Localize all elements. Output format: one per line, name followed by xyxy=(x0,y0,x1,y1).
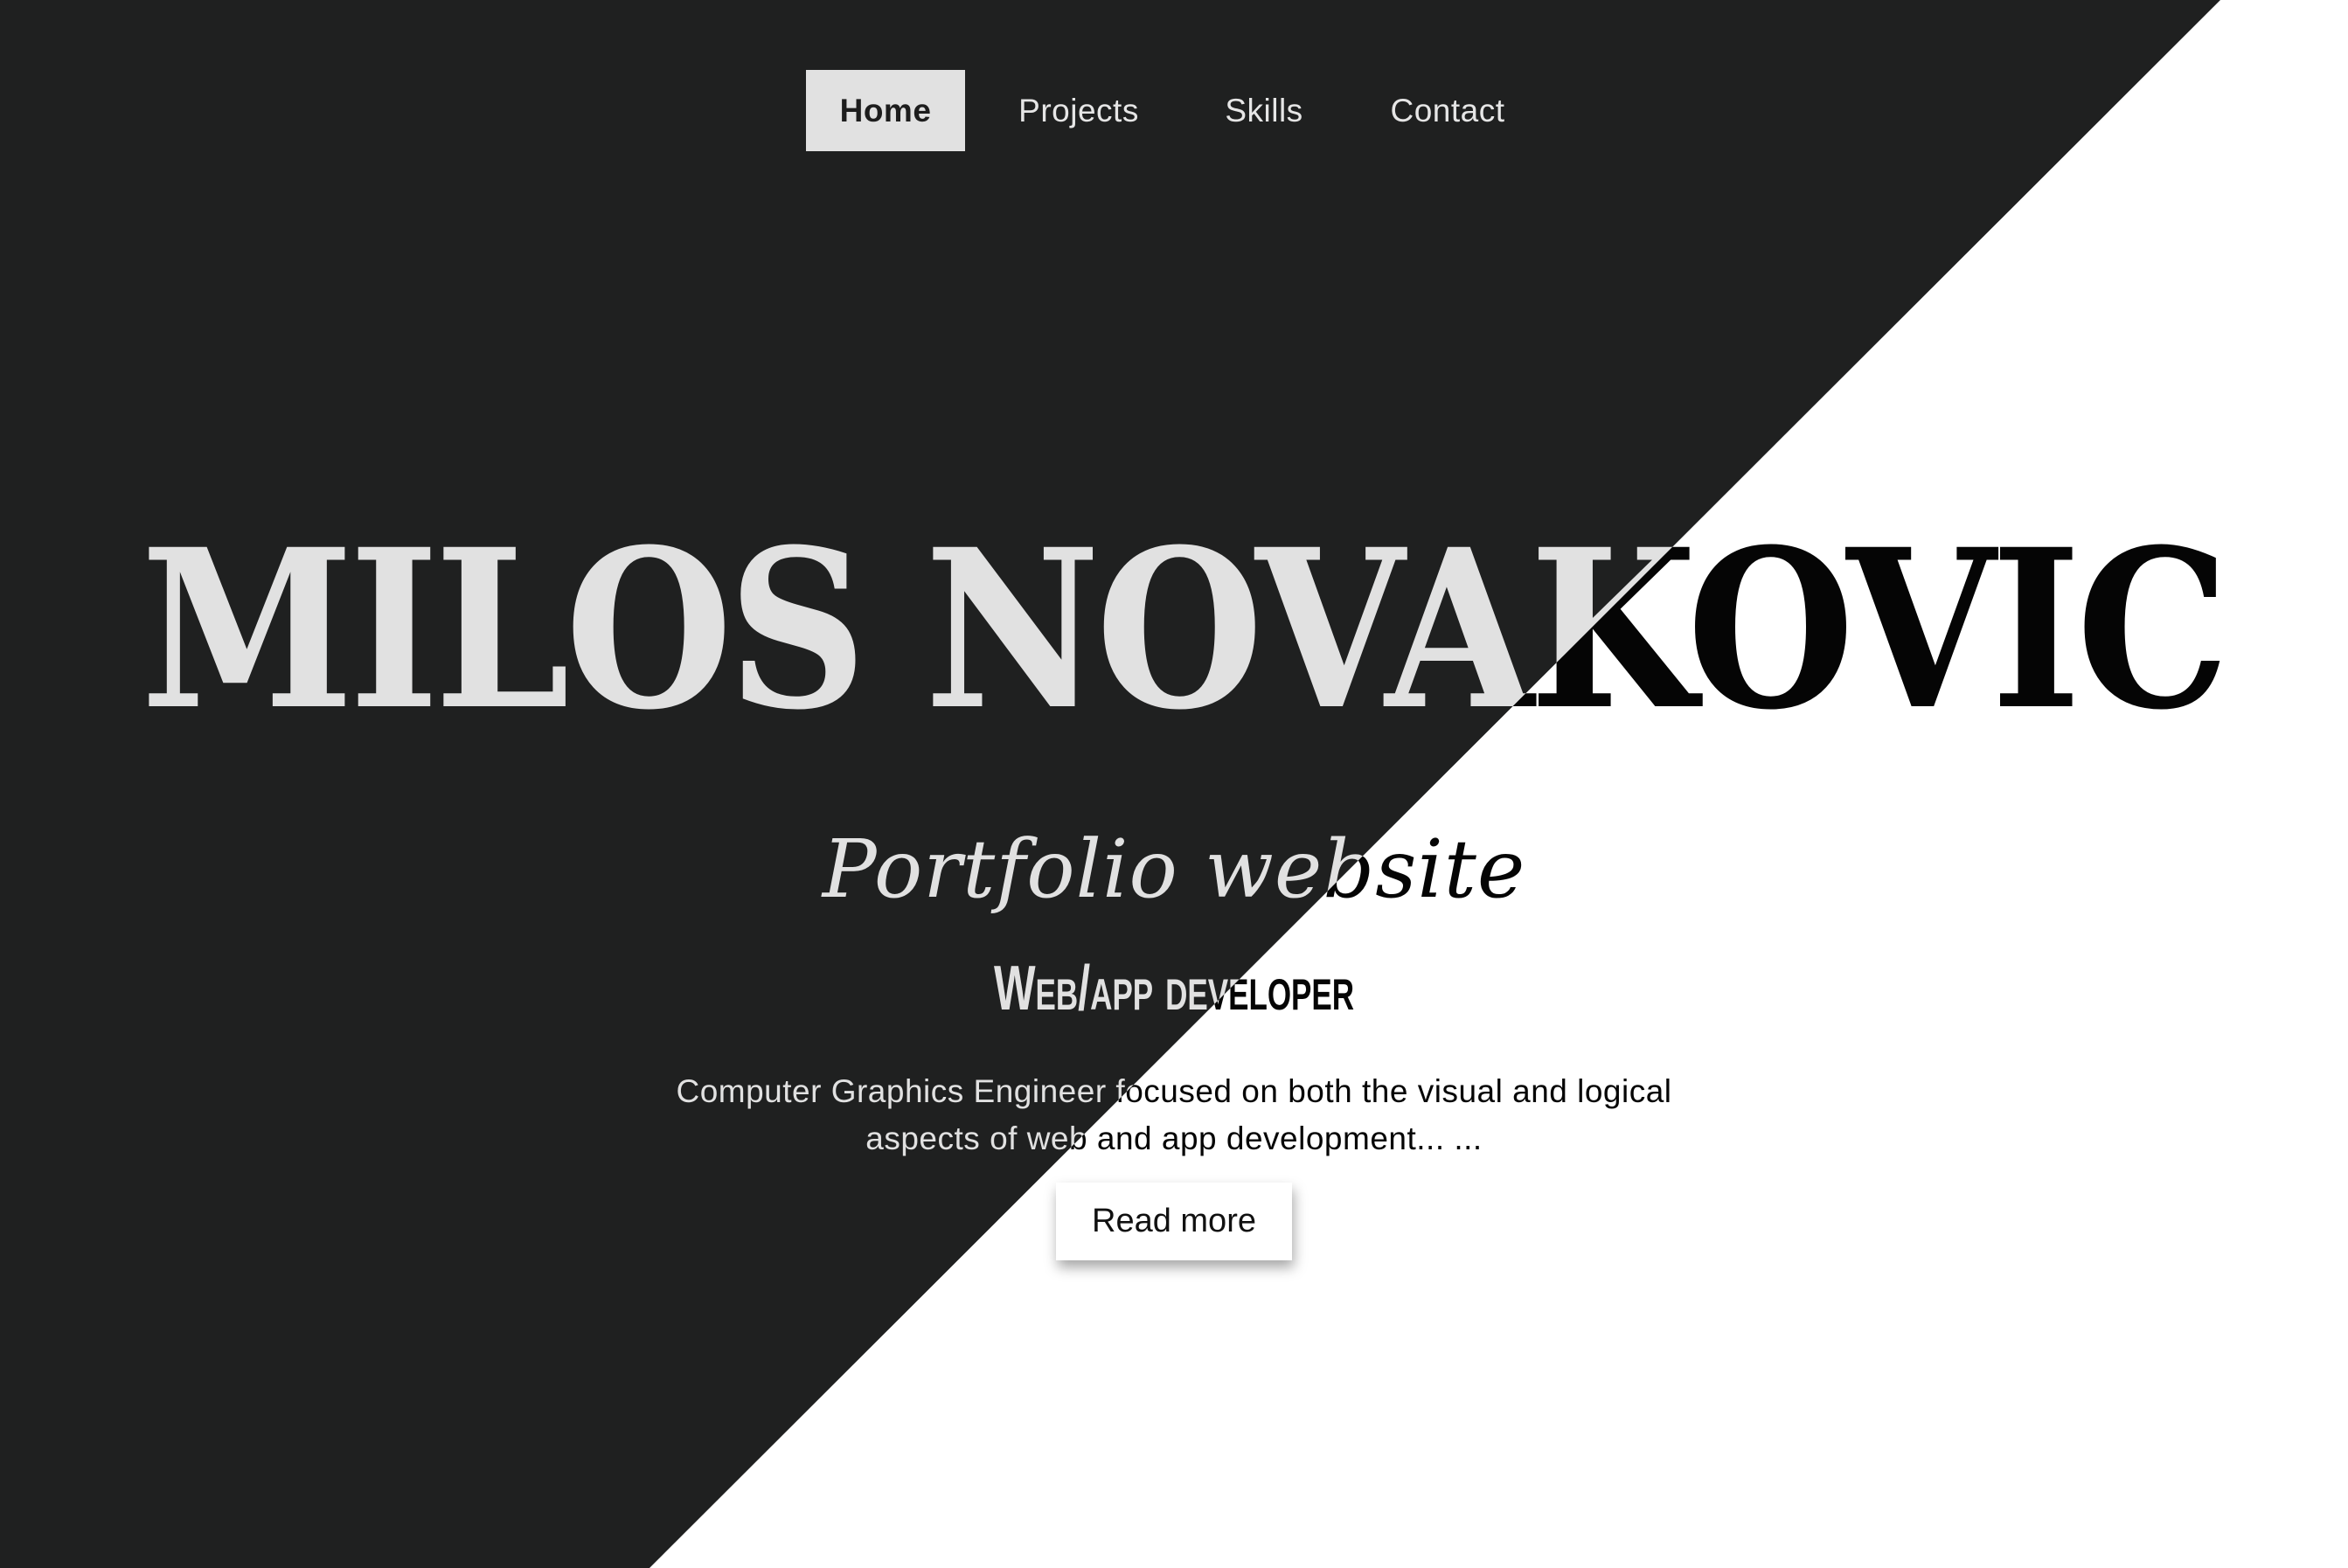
nav-item-skills[interactable]: Skills xyxy=(1219,70,1309,151)
nav-item-home[interactable]: Home xyxy=(806,70,965,151)
nav-item-projects[interactable]: Projects xyxy=(1011,70,1147,151)
main-navigation: Home Projects Skills Contact xyxy=(0,70,2348,151)
read-more-button[interactable]: Read more xyxy=(1056,1183,1292,1260)
nav-item-contact[interactable]: Contact xyxy=(1378,70,1518,151)
